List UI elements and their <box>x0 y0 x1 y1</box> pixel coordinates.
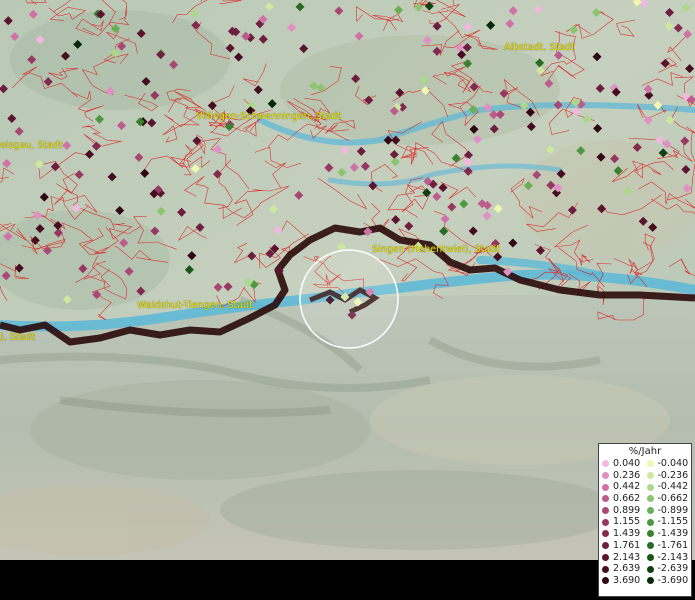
legend-entry: 1.439 <box>602 528 647 540</box>
legend-value: -3.690 <box>657 574 689 586</box>
legend-swatch <box>646 472 654 480</box>
legend-swatch <box>602 507 609 515</box>
legend-entry: 0.236 <box>602 470 647 482</box>
legend-entry: 1.155 <box>602 516 647 528</box>
legend-value: 3.690 <box>613 574 641 586</box>
legend-value: 0.662 <box>613 493 641 505</box>
map-legend: %/Jahr 0.040 0.236 0.442 0.662 0.899 1.155 1.4… <box>598 443 692 597</box>
legend-entry: -1.439 <box>646 528 692 540</box>
legend-swatch <box>602 553 609 561</box>
legend-swatch <box>602 530 609 538</box>
legend-swatch <box>602 495 609 503</box>
city-label-breisgau: eisgau, Stadt <box>0 140 63 151</box>
legend-value: 0.236 <box>613 469 641 481</box>
legend-entry: -2.639 <box>646 563 692 575</box>
legend-value: 2.639 <box>613 563 641 575</box>
legend-value: -2.143 <box>657 551 689 563</box>
legend-value: 2.143 <box>613 551 641 563</box>
legend-entry: -0.442 <box>646 481 692 493</box>
legend-value: 1.439 <box>613 528 641 540</box>
legend-value: 1.155 <box>613 516 641 528</box>
legend-value: -1.761 <box>657 539 689 551</box>
legend-entry: -0.236 <box>646 469 692 482</box>
legend-negative-column: -0.040 -0.236 -0.442 -0.662 -0.899 -1.155 -1.4… <box>646 458 692 587</box>
legend-entry: 0.899 <box>602 505 647 517</box>
legend-entry: -3.690 <box>646 574 692 587</box>
legend-value: 0.899 <box>613 504 641 516</box>
legend-value: -0.662 <box>657 493 689 505</box>
selection-circle[interactable] <box>299 249 399 349</box>
legend-entry: 1.761 <box>602 540 647 552</box>
city-label-villingen: Villingen-Schwenningen, Stadt <box>196 111 342 122</box>
legend-entry: -0.040 <box>646 458 692 470</box>
legend-swatch <box>602 565 609 573</box>
legend-entry: -1.761 <box>646 539 692 552</box>
legend-value: -0.442 <box>657 481 689 493</box>
city-label-albstadt: Albstadt, Stadt <box>504 42 575 53</box>
legend-value: -0.899 <box>657 504 689 516</box>
legend-entry: 3.690 <box>602 575 647 587</box>
legend-value: 0.442 <box>613 481 641 493</box>
legend-swatch <box>646 565 654 573</box>
city-label-waldshut: Waldshut-Tiengen, Stadt <box>137 300 253 311</box>
map-viewer: Albstadt, Stadt Villingen-Schwenningen, … <box>0 0 695 600</box>
legend-entry: 0.662 <box>602 493 647 505</box>
legend-value: -0.236 <box>657 469 689 481</box>
legend-positive-column: 0.040 0.236 0.442 0.662 0.899 1.155 1.439 1.761… <box>602 458 647 587</box>
legend-value: -1.439 <box>657 528 689 540</box>
legend-swatch <box>646 518 654 526</box>
legend-entry: -0.899 <box>646 504 692 517</box>
status-bar <box>0 560 695 600</box>
legend-value: 1.761 <box>613 539 641 551</box>
legend-swatch <box>602 460 609 468</box>
legend-swatch <box>646 530 654 538</box>
map-canvas[interactable] <box>0 0 695 560</box>
legend-swatch <box>646 483 654 491</box>
legend-entry: -2.143 <box>646 551 692 564</box>
legend-entry: -1.155 <box>646 516 692 528</box>
legend-entry: 2.143 <box>602 552 647 564</box>
legend-title: %/Jahr <box>628 446 662 457</box>
legend-swatch <box>602 577 609 585</box>
legend-value: -2.639 <box>657 563 689 575</box>
legend-entry: 2.639 <box>602 563 647 575</box>
legend-swatch <box>646 542 654 550</box>
legend-entry: -0.662 <box>646 493 692 505</box>
legend-swatch <box>602 542 609 550</box>
legend-swatch <box>646 577 654 585</box>
legend-value: 0.040 <box>613 458 641 469</box>
legend-swatch <box>602 518 609 526</box>
legend-swatch <box>646 553 654 561</box>
legend-value: -1.155 <box>657 516 689 528</box>
legend-entry: 0.040 <box>602 458 647 470</box>
legend-swatch <box>646 495 654 503</box>
legend-entry: 0.442 <box>602 481 647 493</box>
legend-swatch <box>646 507 654 515</box>
legend-swatch <box>646 460 654 468</box>
legend-swatch <box>602 483 609 491</box>
city-label-singen: Singen (Hohentwiel), Stadt <box>372 244 500 255</box>
legend-value: -0.040 <box>657 458 689 469</box>
city-label-west: ), Stadt <box>0 332 36 343</box>
legend-swatch <box>602 472 609 480</box>
